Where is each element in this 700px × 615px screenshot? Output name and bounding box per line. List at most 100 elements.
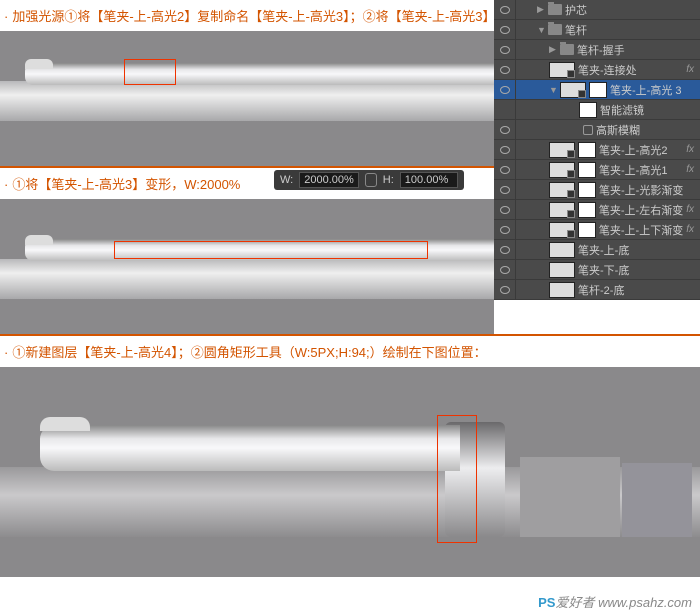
canvas-preview-1 <box>0 31 494 166</box>
width-input[interactable]: 2000.00% <box>299 172 359 188</box>
layer-thumbnail <box>549 142 575 158</box>
visibility-toggle[interactable] <box>494 200 516 219</box>
layer-content: 笔夹-上-上下渐变fx <box>516 222 700 238</box>
mask-thumbnail <box>578 142 596 158</box>
folder-icon <box>548 24 562 35</box>
expand-arrow-icon[interactable]: ▶ <box>537 4 545 15</box>
layer-content: ▶笔杆-握手 <box>516 42 700 58</box>
layer-name: 笔夹-上-上下渐变 <box>599 222 683 238</box>
layer-content: ▼ 笔杆 <box>516 22 700 38</box>
expand-arrow-icon[interactable]: ▶ <box>549 44 557 55</box>
layer-thumbnail <box>549 202 575 218</box>
highlight-box-3 <box>437 415 477 543</box>
height-input[interactable]: 100.00% <box>400 172 458 188</box>
layer-name: 笔夹-上-高光1 <box>599 162 667 178</box>
layer-row[interactable]: ▼ 笔杆 <box>494 20 700 40</box>
eye-icon <box>500 6 510 14</box>
layers-panel: ▶护芯▼笔杆▶笔杆-握手笔夹-连接处fx▼笔夹-上-高光 3智能滤镜高斯模糊笔夹… <box>494 0 700 300</box>
layer-content: 笔夹-连接处 fx <box>516 62 700 78</box>
layer-row[interactable]: 笔夹-上-左右渐变fx <box>494 200 700 220</box>
visibility-toggle[interactable] <box>494 120 516 139</box>
layer-name: 高斯模糊 <box>596 122 640 138</box>
mask-thumbnail <box>578 162 596 178</box>
layer-thumbnail <box>549 182 575 198</box>
watermark: PS爱好者 www.psahz.com <box>538 592 692 611</box>
mask-thumbnail <box>578 182 596 198</box>
layer-row[interactable]: 笔夹-上-上下渐变fx <box>494 220 700 240</box>
layer-thumbnail <box>549 242 575 258</box>
fx-badge[interactable]: fx <box>686 164 700 175</box>
layer-thumbnail <box>549 62 575 78</box>
layer-row[interactable]: 高斯模糊 <box>494 120 700 140</box>
visibility-toggle[interactable] <box>494 100 516 119</box>
visibility-toggle[interactable] <box>494 140 516 159</box>
visibility-toggle[interactable] <box>494 220 516 239</box>
layer-name: 智能滤镜 <box>600 102 644 118</box>
layer-row[interactable]: 智能滤镜 <box>494 100 700 120</box>
eye-icon <box>500 206 510 214</box>
layer-content: 高斯模糊 <box>516 122 700 138</box>
eye-icon <box>500 66 510 74</box>
layer-row[interactable]: 笔杆-2-底 <box>494 280 700 300</box>
layer-thumbnail <box>549 262 575 278</box>
expand-arrow-icon[interactable]: ▼ <box>537 25 545 35</box>
visibility-toggle[interactable] <box>494 80 516 99</box>
layer-content: 笔夹-上-光影渐变 <box>516 182 700 198</box>
visibility-toggle[interactable] <box>494 240 516 259</box>
layer-row[interactable]: 笔夹-上-高光2 fx <box>494 140 700 160</box>
layer-row[interactable]: 笔夹-上-光影渐变 <box>494 180 700 200</box>
visibility-toggle[interactable] <box>494 0 516 19</box>
layer-row[interactable]: ▶笔杆-握手 <box>494 40 700 60</box>
instruction-3: ·①新建图层【笔夹-上-高光4】；②圆角矩形工具（W:5PX;H:94;）绘制在… <box>0 334 700 367</box>
folder-icon <box>560 44 574 55</box>
mask-thumbnail <box>578 202 596 218</box>
canvas-preview-3 <box>0 367 700 577</box>
layer-thumbnail <box>549 282 575 298</box>
eye-icon <box>500 26 510 34</box>
layer-row[interactable]: 笔夹-上-底 <box>494 240 700 260</box>
fx-badge[interactable]: fx <box>686 224 700 235</box>
layer-name: 笔夹-连接处 <box>578 62 637 78</box>
eye-icon <box>500 146 510 154</box>
layer-content: 笔夹-上-高光2 fx <box>516 142 700 158</box>
layer-name: 笔夹-上-高光2 <box>599 142 667 158</box>
expand-arrow-icon[interactable]: ▼ <box>549 85 557 95</box>
visibility-toggle[interactable] <box>494 60 516 79</box>
fx-badge[interactable]: fx <box>686 204 700 215</box>
visibility-toggle[interactable] <box>494 260 516 279</box>
visibility-toggle[interactable] <box>494 180 516 199</box>
fx-badge[interactable]: fx <box>686 144 700 155</box>
layer-content: ▶护芯 <box>516 2 700 18</box>
layer-name: 笔杆 <box>565 22 587 38</box>
highlight-box-2 <box>114 241 428 259</box>
layer-row[interactable]: ▶护芯 <box>494 0 700 20</box>
layer-thumbnail <box>549 222 575 238</box>
layer-content: 笔夹-下-底 <box>516 262 700 278</box>
link-icon[interactable] <box>365 173 377 187</box>
layer-row[interactable]: ▼ 笔夹-上-高光 3 <box>494 80 700 100</box>
visibility-toggle[interactable] <box>494 40 516 59</box>
mask-thumbnail <box>578 222 596 238</box>
layer-content: 笔杆-2-底 <box>516 282 700 298</box>
eye-icon <box>500 226 510 234</box>
layer-content: 笔夹-上-左右渐变fx <box>516 202 700 218</box>
eye-icon <box>500 46 510 54</box>
layer-name: 笔杆-2-底 <box>578 282 624 298</box>
filter-eye-icon <box>583 125 593 135</box>
visibility-toggle[interactable] <box>494 280 516 299</box>
layer-name: 笔夹-上-光影渐变 <box>599 182 683 198</box>
layer-name: 笔夹-上-高光 3 <box>610 82 682 98</box>
eye-icon <box>500 166 510 174</box>
highlight-box-1 <box>124 59 176 85</box>
layer-content: 笔夹-上-底 <box>516 242 700 258</box>
eye-icon <box>500 266 510 274</box>
layer-row[interactable]: 笔夹-下-底 <box>494 260 700 280</box>
mask-thumbnail <box>589 82 607 98</box>
layer-row[interactable]: 笔夹-连接处 fx <box>494 60 700 80</box>
layer-row[interactable]: 笔夹-上-高光1 fx <box>494 160 700 180</box>
visibility-toggle[interactable] <box>494 160 516 179</box>
layer-thumbnail <box>560 82 586 98</box>
layer-thumbnail <box>549 162 575 178</box>
fx-badge[interactable]: fx <box>686 64 700 75</box>
visibility-toggle[interactable] <box>494 20 516 39</box>
